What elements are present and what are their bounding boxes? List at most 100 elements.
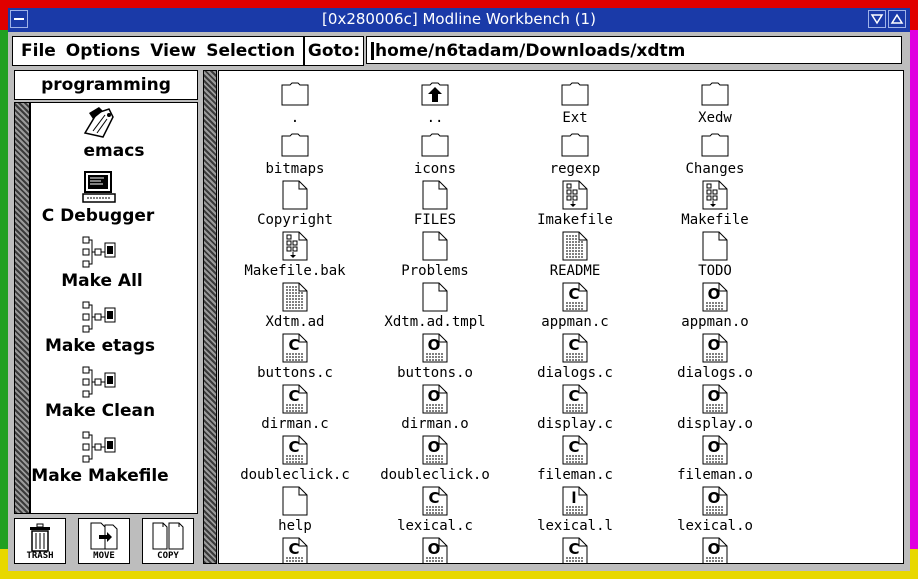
file-item[interactable]: Obuttons.o: [365, 332, 505, 383]
file-item[interactable]: Makefile: [645, 179, 785, 230]
folder-icon: [701, 128, 729, 160]
file-name: Copyright: [257, 212, 333, 228]
file-item[interactable]: Imakefile: [505, 179, 645, 230]
file-name: appman.c: [541, 314, 609, 330]
file-item[interactable]: bitmaps: [225, 128, 365, 179]
menu-view[interactable]: View: [150, 41, 196, 61]
file-item[interactable]: Odisplay.o: [645, 383, 785, 434]
file-item[interactable]: Cdisplay.c: [505, 383, 645, 434]
svg-text:O: O: [708, 387, 721, 405]
file-item[interactable]: Xdtm.ad: [225, 281, 365, 332]
file-name: help: [278, 518, 312, 534]
o-file-icon: O: [701, 383, 729, 415]
goto-label: Goto:: [304, 36, 364, 66]
file-item[interactable]: README: [505, 230, 645, 281]
menu-file[interactable]: File: [21, 41, 56, 61]
copy-button[interactable]: COPY: [142, 518, 194, 564]
text-file-icon: [281, 281, 309, 313]
file-name: dirman.c: [261, 416, 329, 432]
file-item[interactable]: Odoubleclick.o: [365, 434, 505, 485]
c-file-icon: C: [561, 281, 589, 313]
file-item[interactable]: Copyright: [225, 179, 365, 230]
svg-text:O: O: [708, 336, 721, 354]
text-cursor: [371, 42, 374, 60]
file-item[interactable]: l lexical.l: [505, 485, 645, 536]
tool-make-etags[interactable]: Make etags: [31, 300, 197, 362]
file-item[interactable]: help: [225, 485, 365, 536]
file-item[interactable]: Odirman.o: [365, 383, 505, 434]
file-name: regexp: [549, 161, 601, 177]
file-item[interactable]: Makefile.bak: [225, 230, 365, 281]
tools-scrollbar[interactable]: [14, 102, 30, 514]
file-item[interactable]: Problems: [365, 230, 505, 281]
menu-selection[interactable]: Selection: [206, 41, 295, 61]
window-frame-right[interactable]: [910, 0, 918, 579]
tool-make-all[interactable]: Make All: [31, 235, 197, 297]
file-item[interactable]: icons: [365, 128, 505, 179]
l-file-icon: l: [561, 485, 589, 517]
tool-make-clean[interactable]: Make Clean: [31, 365, 197, 427]
file-item[interactable]: Xdtm.ad.tmpl: [365, 281, 505, 332]
file-name: dialogs.c: [537, 365, 613, 381]
c-file-icon: C: [281, 332, 309, 364]
minimize-button[interactable]: [868, 10, 886, 28]
file-item[interactable]: Odialogs.o: [645, 332, 785, 383]
svg-text:l: l: [571, 489, 576, 507]
tools-panel-title[interactable]: programming: [14, 70, 198, 100]
trash-button[interactable]: TRASH: [14, 518, 66, 564]
file-item[interactable]: TODO: [645, 230, 785, 281]
tool-make-makefile[interactable]: Make Makefile: [31, 430, 197, 492]
file-item[interactable]: Cdialogs.c: [505, 332, 645, 383]
tool-c-debugger[interactable]: C Debugger: [31, 170, 197, 232]
file-name: Xdtm.ad.tmpl: [384, 314, 486, 330]
file-item[interactable]: Olexical.o: [645, 485, 785, 536]
file-item[interactable]: C: [225, 536, 365, 563]
window-frame-bottom[interactable]: [0, 571, 918, 579]
file-item[interactable]: Changes: [645, 128, 785, 179]
file-name: lexical.c: [397, 518, 473, 534]
window-frame-left[interactable]: [0, 0, 8, 579]
move-button[interactable]: MOVE: [78, 518, 130, 564]
tools-panel: emacs C Debugger Make All Make etags Make Cl…: [30, 102, 198, 514]
file-item[interactable]: O: [365, 536, 505, 563]
file-item[interactable]: Cdirman.c: [225, 383, 365, 434]
file-item[interactable]: Cappman.c: [505, 281, 645, 332]
tool-emacs[interactable]: emacs: [31, 105, 197, 167]
file-item[interactable]: regexp: [505, 128, 645, 179]
file-item[interactable]: Cbuttons.c: [225, 332, 365, 383]
file-item[interactable]: ..: [365, 77, 505, 128]
file-item[interactable]: Ext: [505, 77, 645, 128]
file-item[interactable]: Xedw: [645, 77, 785, 128]
file-item[interactable]: Cfileman.c: [505, 434, 645, 485]
maximize-button[interactable]: [888, 10, 906, 28]
copy-files-icon: [152, 522, 184, 550]
c-file-icon: C: [281, 536, 309, 563]
o-file-icon: O: [421, 332, 449, 364]
make-tree-icon: [79, 365, 119, 405]
file-item[interactable]: .: [225, 77, 365, 128]
file-item[interactable]: Clexical.c: [365, 485, 505, 536]
file-item[interactable]: Oappman.o: [645, 281, 785, 332]
file-name: appman.o: [681, 314, 749, 330]
tool-label: C Debugger: [41, 206, 155, 226]
file-file-icon: [421, 179, 449, 211]
svg-text:C: C: [288, 336, 299, 354]
folder-icon: [281, 77, 309, 109]
file-name: Problems: [401, 263, 469, 279]
file-file-icon: [421, 281, 449, 313]
file-item[interactable]: Ofileman.o: [645, 434, 785, 485]
make-tree-icon: [79, 300, 119, 340]
goto-path-input[interactable]: home/n6tadam/Downloads/xdtm: [366, 36, 902, 64]
menu-options[interactable]: Options: [66, 41, 140, 61]
window-frame-top[interactable]: [0, 0, 918, 8]
file-name: buttons.o: [397, 365, 473, 381]
file-item[interactable]: FILES: [365, 179, 505, 230]
file-item[interactable]: O: [645, 536, 785, 563]
maximize-icon: [890, 13, 904, 24]
files-scrollbar[interactable]: [203, 70, 217, 564]
title-bar[interactable]: [0x280006c] Modline Workbench (1): [8, 8, 910, 32]
file-item[interactable]: Cdoubleclick.c: [225, 434, 365, 485]
emacs-hand-pencil-icon: [79, 105, 119, 145]
makefile-file-icon: [281, 230, 309, 262]
file-item[interactable]: C: [505, 536, 645, 563]
